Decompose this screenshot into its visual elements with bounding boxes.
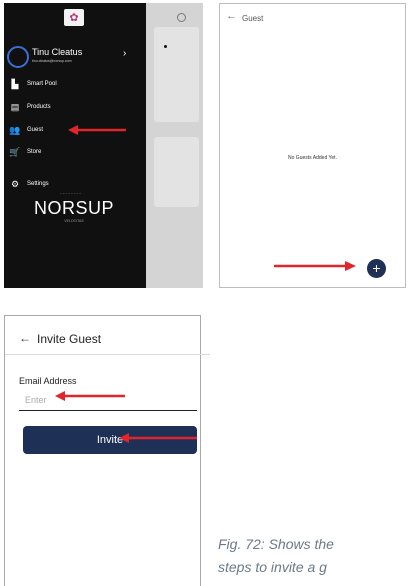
page-title: Guest xyxy=(242,14,264,23)
red-arrow-pointer xyxy=(55,391,125,401)
user-name: Tinu Cleatus xyxy=(32,47,83,57)
page-title: Invite Guest xyxy=(37,332,102,346)
guest-screenshot: ← Guest No Guests Added Yet. + xyxy=(219,3,406,288)
brand-ornament: ~~~~~~~~ xyxy=(59,191,82,195)
back-arrow-icon[interactable]: ← xyxy=(19,331,31,345)
caption-line: steps to invite a g xyxy=(218,559,327,575)
brand-tagline: VELOCITAS xyxy=(64,219,84,223)
empty-state-text: No Guests Added Yet. xyxy=(288,155,337,161)
sidebar-item-guest[interactable]: 👥 Guest xyxy=(9,123,44,137)
background-card xyxy=(154,27,199,122)
sidebar-item-label: Smart Pool xyxy=(27,81,57,87)
brand-logo: NORSUP xyxy=(33,198,114,218)
clock-icon xyxy=(177,13,186,22)
avatar[interactable] xyxy=(7,46,29,68)
more-icon[interactable] xyxy=(164,45,167,48)
red-arrow-pointer xyxy=(119,433,197,443)
sidebar-item-smart-pool[interactable]: ▙ Smart Pool xyxy=(10,77,57,91)
add-guest-button[interactable]: + xyxy=(367,259,386,278)
invite-guest-screenshot: ← Invite Guest Email Address Invite xyxy=(4,315,210,586)
sidebar-item-label: Settings xyxy=(27,181,49,187)
drawer-screenshot: ✿ Tinu Cleatus tinu.cleatus@norsup.com ›… xyxy=(4,3,203,288)
email-field-label: Email Address xyxy=(19,376,77,386)
pool-icon: ▙ xyxy=(11,78,19,89)
user-email: tinu.cleatus@norsup.com xyxy=(32,59,72,63)
navigation-drawer: ✿ Tinu Cleatus tinu.cleatus@norsup.com ›… xyxy=(4,3,146,288)
sidebar-item-store[interactable]: 🛒 Store xyxy=(9,145,42,159)
plus-icon: + xyxy=(372,260,381,276)
gear-icon: ⚙ xyxy=(10,178,20,189)
sidebar-item-label: Guest xyxy=(27,127,44,133)
sidebar-item-settings[interactable]: ⚙ Settings xyxy=(10,177,49,191)
red-arrow-pointer xyxy=(274,261,356,271)
back-arrow-icon[interactable]: ← xyxy=(226,10,237,22)
sidebar-item-label: Store xyxy=(27,149,42,155)
sidebar-item-label: Products xyxy=(27,104,51,110)
sidebar-item-products[interactable]: ▤ Products xyxy=(10,100,51,114)
header-divider xyxy=(5,354,210,355)
chevron-right-icon[interactable]: › xyxy=(123,48,126,59)
caption-line: Fig. 72: Shows the xyxy=(218,536,334,552)
app-logo: ✿ xyxy=(64,9,84,26)
guest-icon: 👥 xyxy=(9,124,21,135)
figure-caption: Fig. 72: Shows the steps to invite a g xyxy=(218,533,334,579)
cart-icon: 🛒 xyxy=(9,146,21,157)
red-arrow-pointer xyxy=(68,125,126,135)
background-card xyxy=(154,137,199,207)
products-icon: ▤ xyxy=(10,101,20,112)
